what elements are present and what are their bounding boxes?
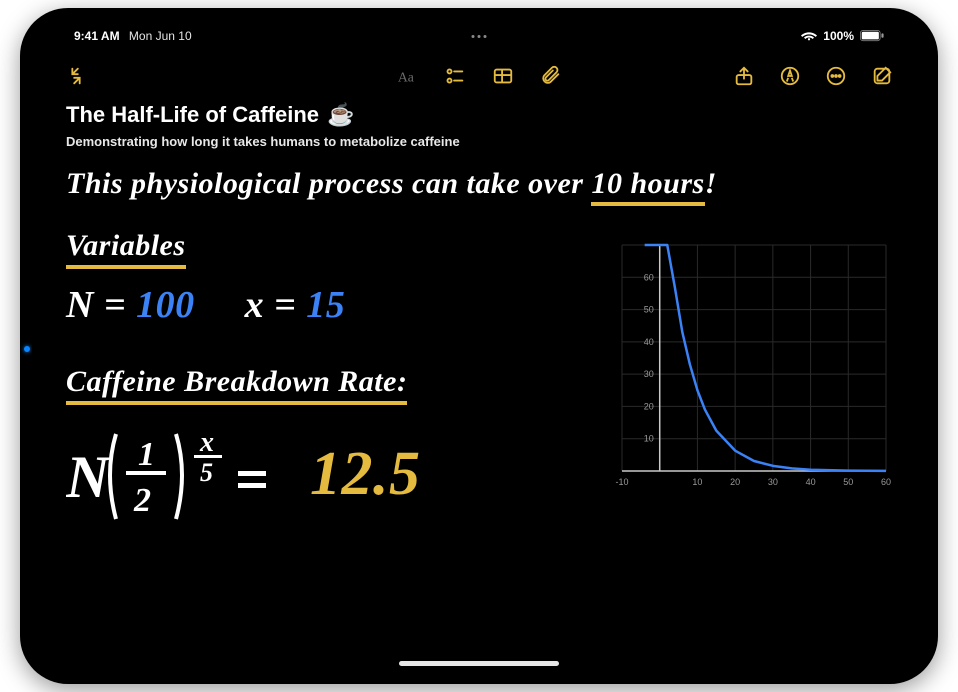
svg-text:60: 60 bbox=[644, 272, 654, 282]
formula-result: 12.5 bbox=[310, 439, 421, 510]
status-bar: 9:41 AM Mon Jun 10 100% bbox=[32, 26, 926, 46]
note-title-text: The Half-Life of Caffeine bbox=[66, 102, 319, 128]
coffee-emoji-icon: ☕ bbox=[327, 102, 354, 128]
note-content[interactable]: The Half-Life of Caffeine ☕ Demonstratin… bbox=[66, 102, 892, 656]
hw-line1-emphasis: 10 hours bbox=[591, 167, 704, 206]
svg-text:Aa: Aa bbox=[398, 70, 414, 85]
share-icon[interactable] bbox=[730, 62, 758, 90]
toolbar: Aa bbox=[32, 54, 926, 98]
svg-text:-10: -10 bbox=[615, 477, 628, 487]
status-time-date: 9:41 AM Mon Jun 10 bbox=[74, 29, 192, 43]
formula-row: N 1 2 x 5 bbox=[66, 419, 562, 529]
hw-line1-c: ! bbox=[705, 167, 717, 200]
checklist-icon[interactable] bbox=[441, 62, 469, 90]
svg-text:2: 2 bbox=[133, 482, 151, 519]
wifi-icon bbox=[801, 30, 817, 42]
home-indicator[interactable] bbox=[399, 661, 559, 666]
var-x-label: x = bbox=[245, 284, 297, 326]
battery-icon bbox=[860, 30, 884, 42]
markup-icon[interactable] bbox=[776, 62, 804, 90]
more-icon[interactable] bbox=[822, 62, 850, 90]
screen: 9:41 AM Mon Jun 10 100% bbox=[32, 20, 926, 672]
svg-text:30: 30 bbox=[768, 477, 778, 487]
attachment-icon[interactable] bbox=[537, 62, 565, 90]
svg-text:20: 20 bbox=[730, 477, 740, 487]
note-title: The Half-Life of Caffeine ☕ bbox=[66, 102, 892, 128]
rate-heading: Caffeine Breakdown Rate: bbox=[66, 365, 407, 405]
collapse-icon[interactable] bbox=[62, 62, 90, 90]
svg-text:1: 1 bbox=[138, 436, 155, 473]
svg-text:20: 20 bbox=[644, 401, 654, 411]
variables-heading: Variables bbox=[66, 229, 186, 269]
pencil-indicator bbox=[24, 346, 30, 352]
multitask-dots[interactable] bbox=[472, 35, 487, 38]
text-format-icon[interactable]: Aa bbox=[393, 62, 421, 90]
variables-row: N = 100 x = 15 bbox=[66, 283, 562, 327]
var-x-value: 15 bbox=[306, 284, 345, 326]
svg-text:60: 60 bbox=[881, 477, 891, 487]
status-date: Mon Jun 10 bbox=[129, 29, 192, 43]
ipad-frame: 9:41 AM Mon Jun 10 100% bbox=[20, 8, 938, 684]
svg-text:5: 5 bbox=[200, 458, 213, 487]
status-right: 100% bbox=[801, 29, 884, 43]
svg-text:10: 10 bbox=[644, 434, 654, 444]
decay-chart: -10 10 20 30 40 50 60 10 20 30 40 50 60 bbox=[592, 235, 892, 495]
compose-icon[interactable] bbox=[868, 62, 896, 90]
svg-text:30: 30 bbox=[644, 369, 654, 379]
svg-text:N: N bbox=[66, 444, 112, 510]
var-n-value: 100 bbox=[136, 284, 195, 326]
svg-text:10: 10 bbox=[692, 477, 702, 487]
note-subtitle: Demonstrating how long it takes humans t… bbox=[66, 134, 892, 149]
svg-text:50: 50 bbox=[843, 477, 853, 487]
battery-pct: 100% bbox=[823, 29, 854, 43]
status-time: 9:41 AM bbox=[74, 29, 120, 43]
handwriting-line-1: This physiological process can take over… bbox=[66, 167, 892, 201]
formula-expression: N 1 2 x 5 bbox=[66, 419, 296, 529]
table-icon[interactable] bbox=[489, 62, 517, 90]
svg-text:40: 40 bbox=[644, 337, 654, 347]
hw-line1-a: This physiological process can take over bbox=[66, 167, 591, 200]
svg-text:40: 40 bbox=[806, 477, 816, 487]
var-n-label: N = bbox=[66, 284, 126, 326]
svg-text:x: x bbox=[199, 427, 214, 458]
svg-text:50: 50 bbox=[644, 305, 654, 315]
